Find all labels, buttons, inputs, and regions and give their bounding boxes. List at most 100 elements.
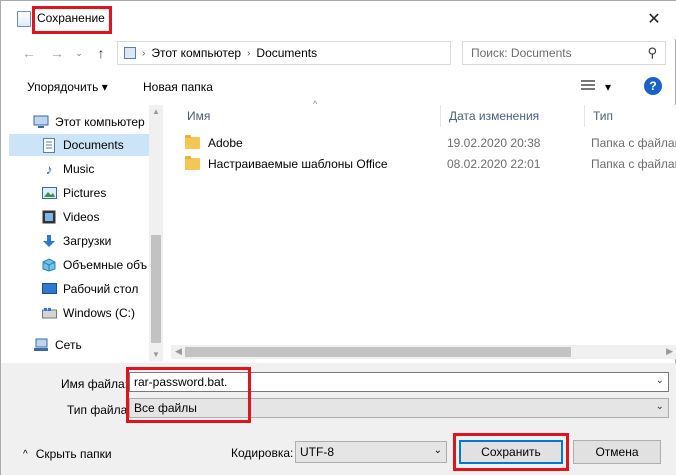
search-placeholder: Поиск: Documents — [471, 46, 572, 60]
up-button[interactable]: ↑ — [91, 43, 111, 63]
sidebar-item-label: Windows (C:) — [63, 306, 136, 320]
breadcrumb-documents[interactable]: Documents — [256, 46, 317, 60]
chevron-right-icon: › — [142, 47, 146, 59]
sidebar-item-label: Music — [63, 162, 95, 176]
file-date: 08.02.2020 22:01 — [447, 157, 541, 171]
filetype-value: Все файлы — [134, 401, 197, 415]
view-options-icon[interactable] — [581, 80, 597, 94]
sidebar-item-this-pc[interactable]: Этот компьютер — [9, 111, 149, 133]
videos-icon — [41, 209, 57, 225]
sidebar-item-documents[interactable]: Documents — [9, 134, 149, 156]
file-type: Папка с файлами — [591, 157, 676, 171]
filename-value: rar-password.bat. — [134, 375, 228, 389]
column-header-date[interactable]: Дата изменения — [441, 105, 585, 127]
help-button[interactable]: ? — [644, 77, 662, 95]
close-button[interactable]: ✕ — [631, 1, 676, 37]
column-header-type[interactable]: Тип — [585, 105, 676, 127]
chevron-down-icon[interactable]: ⌄ — [656, 375, 664, 386]
sidebar-item-label: Pictures — [63, 186, 107, 200]
computer-icon — [33, 114, 49, 130]
music-icon: ♪ — [45, 161, 53, 177]
organize-button[interactable]: Упорядочить ▾ — [27, 80, 108, 94]
sidebar-item-label: Рабочий стол — [63, 282, 139, 296]
sidebar-item-windows-drive[interactable]: Windows (C:) — [9, 302, 149, 324]
column-header-name[interactable]: Имя ^ — [179, 99, 441, 127]
save-form: Имя файла: rar-password.bat. ⌄ Тип файла… — [1, 363, 676, 427]
chevron-down-icon[interactable]: ⌄ — [434, 445, 442, 456]
new-folder-button[interactable]: Новая папка — [143, 80, 213, 94]
sidebar-item-pictures[interactable]: Pictures — [9, 182, 149, 204]
sidebar-item-music[interactable]: ♪ Music — [9, 158, 149, 180]
encoding-value: UTF-8 — [300, 445, 334, 459]
file-list-horizontal-scrollbar[interactable]: ◀ ▶ — [171, 345, 676, 359]
scrollbar-thumb[interactable] — [151, 235, 161, 343]
folder-icon — [185, 135, 200, 149]
chevron-down-icon[interactable]: ⌄ — [656, 401, 664, 412]
sidebar-item-label: Сеть — [55, 338, 82, 352]
scroll-down-arrow-icon[interactable]: ▼ — [152, 350, 160, 359]
command-toolbar: Упорядочить ▾ Новая папка ▾ ? — [1, 73, 676, 101]
title-bar: Сохранение ✕ — [1, 1, 676, 39]
chevron-up-icon: ^ — [23, 448, 28, 460]
save-button[interactable]: Сохранить — [459, 440, 563, 464]
file-row[interactable]: Настраиваемые шаблоны Office 08.02.2020 … — [185, 154, 676, 174]
drive-icon — [41, 305, 57, 321]
sidebar-item-desktop[interactable]: Рабочий стол — [9, 278, 149, 300]
computer-icon — [124, 47, 136, 59]
hide-folders-label: Скрыть папки — [35, 447, 112, 461]
search-icon: ⚲ — [647, 45, 657, 60]
scroll-right-arrow-icon[interactable]: ▶ — [666, 346, 673, 357]
pictures-icon — [41, 185, 57, 201]
3d-objects-icon — [41, 257, 57, 273]
scroll-up-arrow-icon[interactable]: ▲ — [152, 107, 160, 116]
search-input[interactable]: Поиск: Documents ⚲ — [462, 41, 666, 65]
file-row[interactable]: Adobe 19.02.2020 20:38 Папка с файлами — [185, 133, 676, 153]
sidebar-item-label: Этот компьютер — [55, 115, 145, 129]
sidebar-item-downloads[interactable]: Загрузки — [9, 230, 149, 252]
scroll-left-arrow-icon[interactable]: ◀ — [175, 346, 182, 357]
desktop-icon — [41, 281, 57, 297]
sidebar-item-network[interactable]: Сеть — [9, 334, 149, 356]
sidebar-item-label: Объемные объ — [63, 258, 148, 272]
save-dialog: Сохранение ✕ ← → ⌄ ↑ › Этот компьютер › … — [0, 0, 676, 475]
sidebar-item-label: Documents — [63, 138, 124, 152]
address-bar[interactable]: › Этот компьютер › Documents — [117, 41, 451, 65]
documents-icon — [41, 137, 57, 153]
column-header-label: Имя — [187, 109, 211, 123]
dialog-title: Сохранение — [37, 11, 105, 25]
file-list: Имя ^ Дата изменения Тип Adobe 19.02.202… — [171, 99, 676, 345]
sidebar-item-videos[interactable]: Videos — [9, 206, 149, 228]
file-name: Adobe — [208, 136, 243, 150]
view-dropdown-arrow-icon[interactable]: ▾ — [605, 80, 611, 94]
column-header-label: Дата изменения — [449, 109, 540, 123]
encoding-select[interactable]: UTF-8 ⌄ — [295, 441, 447, 463]
cancel-button[interactable]: Отмена — [573, 440, 661, 464]
navigation-bar: ← → ⌄ ↑ › Этот компьютер › Documents Пои… — [1, 39, 676, 67]
filename-label: Имя файла: — [61, 377, 128, 391]
filetype-label: Тип файла: — [67, 403, 131, 417]
scrollbar-thumb[interactable] — [185, 347, 571, 357]
file-type: Папка с файлами — [591, 136, 676, 150]
forward-button[interactable]: → — [47, 43, 67, 63]
navigation-pane-scrollbar[interactable]: ▲ ▼ — [149, 105, 163, 361]
filename-input[interactable]: rar-password.bat. ⌄ — [129, 372, 669, 392]
column-header-label: Тип — [593, 109, 614, 123]
filetype-select[interactable]: Все файлы ⌄ — [129, 398, 669, 418]
sidebar-item-label: Videos — [63, 210, 100, 224]
downloads-icon — [41, 233, 57, 249]
sidebar-item-3d-objects[interactable]: Объемные объ — [9, 254, 149, 276]
hide-folders-button[interactable]: ^ Скрыть папки — [23, 447, 112, 461]
encoding-label: Кодировка: — [231, 446, 294, 460]
network-icon — [33, 337, 49, 353]
recent-locations-chevron-icon[interactable]: ⌄ — [73, 43, 85, 63]
back-button[interactable]: ← — [19, 43, 39, 63]
dialog-footer: ^ Скрыть папки Кодировка: UTF-8 ⌄ Сохран… — [1, 427, 676, 475]
file-date: 19.02.2020 20:38 — [447, 136, 541, 150]
file-name: Настраиваемые шаблоны Office — [208, 157, 388, 171]
sidebar-item-label: Загрузки — [63, 234, 112, 248]
notepad-icon — [17, 11, 31, 27]
folder-icon — [185, 156, 200, 170]
sort-ascending-icon: ^ — [313, 99, 318, 109]
breadcrumb-this-pc[interactable]: Этот компьютер — [151, 46, 241, 60]
chevron-right-icon: › — [247, 47, 251, 59]
